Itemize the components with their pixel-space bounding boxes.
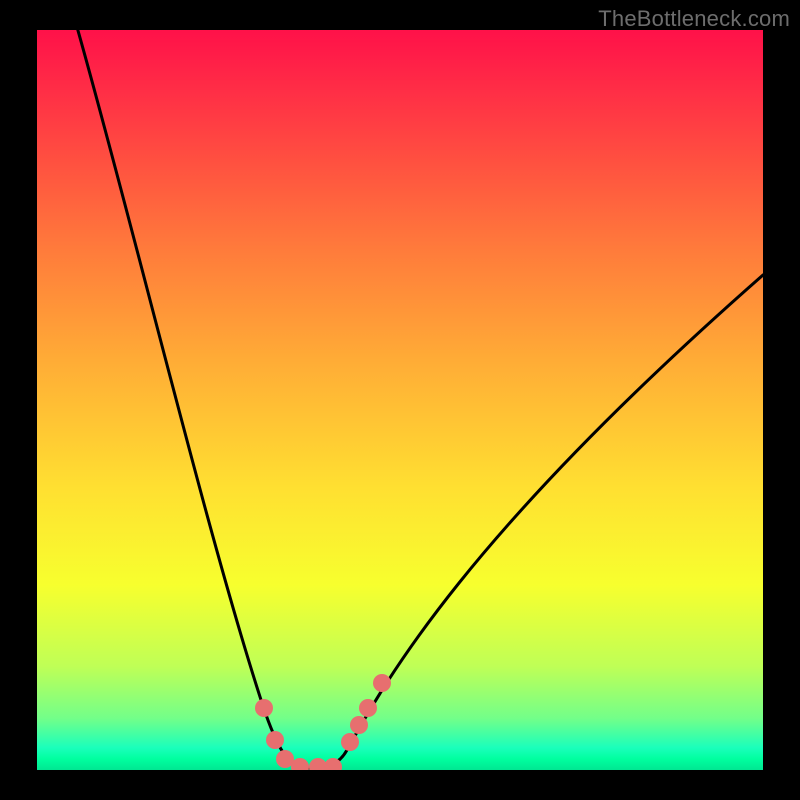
data-point bbox=[350, 716, 368, 734]
data-point bbox=[341, 733, 359, 751]
data-points bbox=[255, 674, 391, 770]
data-point bbox=[373, 674, 391, 692]
chart-svg bbox=[37, 30, 763, 770]
data-point bbox=[359, 699, 377, 717]
chart-frame: TheBottleneck.com bbox=[0, 0, 800, 800]
plot-area bbox=[37, 30, 763, 770]
data-point bbox=[266, 731, 284, 749]
data-point bbox=[255, 699, 273, 717]
watermark-text: TheBottleneck.com bbox=[598, 6, 790, 32]
bottleneck-curve bbox=[75, 30, 763, 768]
